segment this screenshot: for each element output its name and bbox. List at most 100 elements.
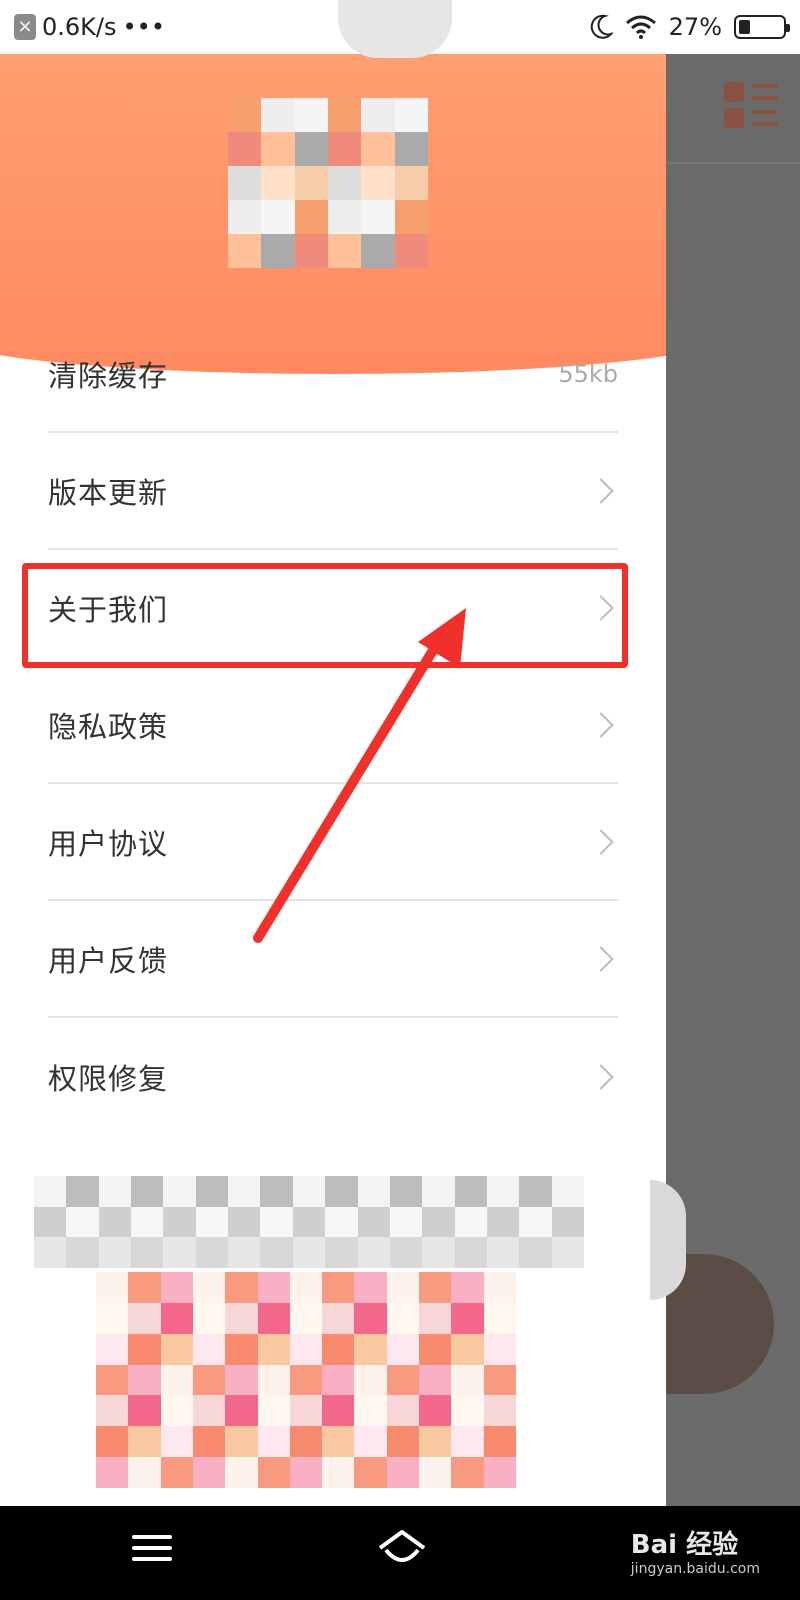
mosaic-cell bbox=[163, 1206, 196, 1238]
menu-item-user-agreement[interactable]: 用户协议 bbox=[48, 784, 618, 901]
mosaic-cell bbox=[192, 1457, 226, 1488]
mosaic-cell bbox=[451, 1395, 484, 1427]
mosaic-cell bbox=[486, 1176, 520, 1207]
mosaic-cell bbox=[422, 1206, 455, 1238]
mosaic-cell bbox=[192, 1426, 226, 1458]
mosaic-cell bbox=[386, 1272, 420, 1303]
mosaic-cell bbox=[257, 1302, 290, 1334]
mosaic-cell bbox=[192, 1364, 226, 1396]
mosaic-cell bbox=[192, 1302, 226, 1334]
mosaic-cell bbox=[486, 1237, 520, 1268]
mosaic-cell bbox=[327, 132, 362, 166]
mosaic-cell bbox=[483, 1364, 516, 1396]
mosaic-cell bbox=[322, 1302, 355, 1334]
mosaic-cell bbox=[96, 1302, 129, 1334]
watermark-brand: Bai 经验 bbox=[630, 1530, 739, 1560]
mosaic-cell bbox=[389, 1176, 423, 1207]
chevron-right-icon bbox=[588, 828, 614, 855]
mosaic-cell bbox=[454, 1176, 487, 1207]
mosaic-cell bbox=[131, 1206, 164, 1238]
blurred-text-block bbox=[34, 1176, 584, 1268]
mosaic-cell bbox=[192, 1395, 226, 1427]
mosaic-cell bbox=[34, 1237, 67, 1268]
mosaic-cell bbox=[354, 1364, 387, 1396]
mosaic-cell bbox=[354, 1272, 387, 1303]
side-drawer: 清除缓存 55kb 版本更新 关于我们 隐私政策 用户协议 用户反馈 权限修复 bbox=[0, 54, 666, 1506]
mosaic-cell bbox=[228, 234, 262, 268]
mosaic-cell bbox=[289, 1272, 323, 1303]
status-right: 27% bbox=[589, 13, 790, 41]
mosaic-cell bbox=[483, 1395, 516, 1427]
mosaic-cell bbox=[260, 1206, 293, 1238]
dimmed-background-page[interactable] bbox=[666, 54, 800, 1506]
mosaic-cell bbox=[131, 1237, 164, 1268]
mosaic-cell bbox=[225, 1302, 258, 1334]
mosaic-cell bbox=[228, 200, 262, 234]
mosaic-cell bbox=[98, 1237, 132, 1268]
user-avatar[interactable] bbox=[228, 98, 428, 268]
mosaic-cell bbox=[394, 166, 428, 200]
home-nav-button[interactable] bbox=[376, 1528, 426, 1578]
mosaic-cell bbox=[483, 1272, 516, 1303]
menu-nav-button[interactable] bbox=[132, 1528, 182, 1578]
mosaic-cell bbox=[486, 1206, 520, 1238]
mosaic-cell bbox=[225, 1272, 258, 1303]
menu-item-version-update[interactable]: 版本更新 bbox=[48, 433, 618, 550]
mosaic-cell bbox=[292, 1206, 326, 1238]
mosaic-cell bbox=[361, 234, 395, 268]
watermark-logo: Bai 经验 jingyan.baidu.com bbox=[631, 1524, 760, 1577]
mosaic-cell bbox=[160, 1333, 193, 1365]
mosaic-cell bbox=[354, 1333, 387, 1365]
battery-level bbox=[739, 20, 751, 34]
cache-size: 55kb bbox=[558, 359, 618, 388]
mosaic-cell bbox=[225, 1457, 258, 1488]
mosaic-cell bbox=[327, 200, 362, 234]
menu-item-label: 用户反馈 bbox=[48, 943, 169, 978]
menu-item-privacy-policy[interactable]: 隐私政策 bbox=[48, 667, 618, 784]
mosaic-cell bbox=[294, 166, 328, 200]
mosaic-cell bbox=[228, 132, 262, 166]
mosaic-cell bbox=[519, 1176, 552, 1207]
menu-item-feedback[interactable]: 用户反馈 bbox=[48, 901, 618, 1018]
mosaic-cell bbox=[357, 1176, 390, 1207]
mosaic-cell bbox=[160, 1457, 193, 1488]
mosaic-cell bbox=[394, 234, 428, 268]
mosaic-cell bbox=[419, 1302, 452, 1334]
mosaic-cell bbox=[225, 1333, 258, 1365]
menu-item-permission-repair[interactable]: 权限修复 bbox=[48, 1018, 618, 1135]
mosaic-cell bbox=[260, 1176, 293, 1207]
mosaic-cell bbox=[98, 1176, 132, 1207]
blurred-banner-image[interactable] bbox=[96, 1272, 516, 1488]
mosaic-cell bbox=[386, 1426, 420, 1458]
mosaic-cell bbox=[160, 1272, 193, 1303]
chevron-right-icon bbox=[588, 945, 614, 972]
list-menu-icon bbox=[724, 80, 780, 130]
mosaic-cell bbox=[225, 1364, 258, 1396]
mosaic-cell bbox=[225, 1395, 258, 1427]
mosaic-cell bbox=[128, 1426, 161, 1458]
mosaic-cell bbox=[422, 1237, 455, 1268]
mosaic-cell bbox=[451, 1364, 484, 1396]
annotation-highlight-box bbox=[22, 563, 628, 668]
menu-item-label: 版本更新 bbox=[48, 475, 169, 510]
mosaic-cell bbox=[551, 1206, 584, 1238]
mosaic-cell bbox=[325, 1206, 358, 1238]
mosaic-cell bbox=[419, 1426, 452, 1458]
mosaic-cell bbox=[192, 1272, 226, 1303]
mosaic-cell bbox=[386, 1333, 420, 1365]
status-left: × 0.6K/s ••• bbox=[14, 13, 165, 41]
network-speed: 0.6K/s bbox=[42, 13, 117, 41]
mosaic-cell bbox=[294, 200, 328, 234]
blurred-overlay bbox=[650, 1180, 686, 1300]
mosaic-cell bbox=[228, 1176, 261, 1207]
mosaic-cell bbox=[322, 1457, 355, 1488]
mosaic-cell bbox=[361, 132, 395, 166]
mosaic-cell bbox=[354, 1395, 387, 1427]
mosaic-cell bbox=[419, 1364, 452, 1396]
mosaic-cell bbox=[483, 1457, 516, 1488]
mosaic-cell bbox=[96, 1333, 129, 1365]
mosaic-cell bbox=[128, 1272, 161, 1303]
mosaic-cell bbox=[160, 1364, 193, 1396]
mosaic-cell bbox=[66, 1206, 99, 1238]
menu-item-clear-cache[interactable]: 清除缓存 55kb bbox=[48, 316, 618, 433]
